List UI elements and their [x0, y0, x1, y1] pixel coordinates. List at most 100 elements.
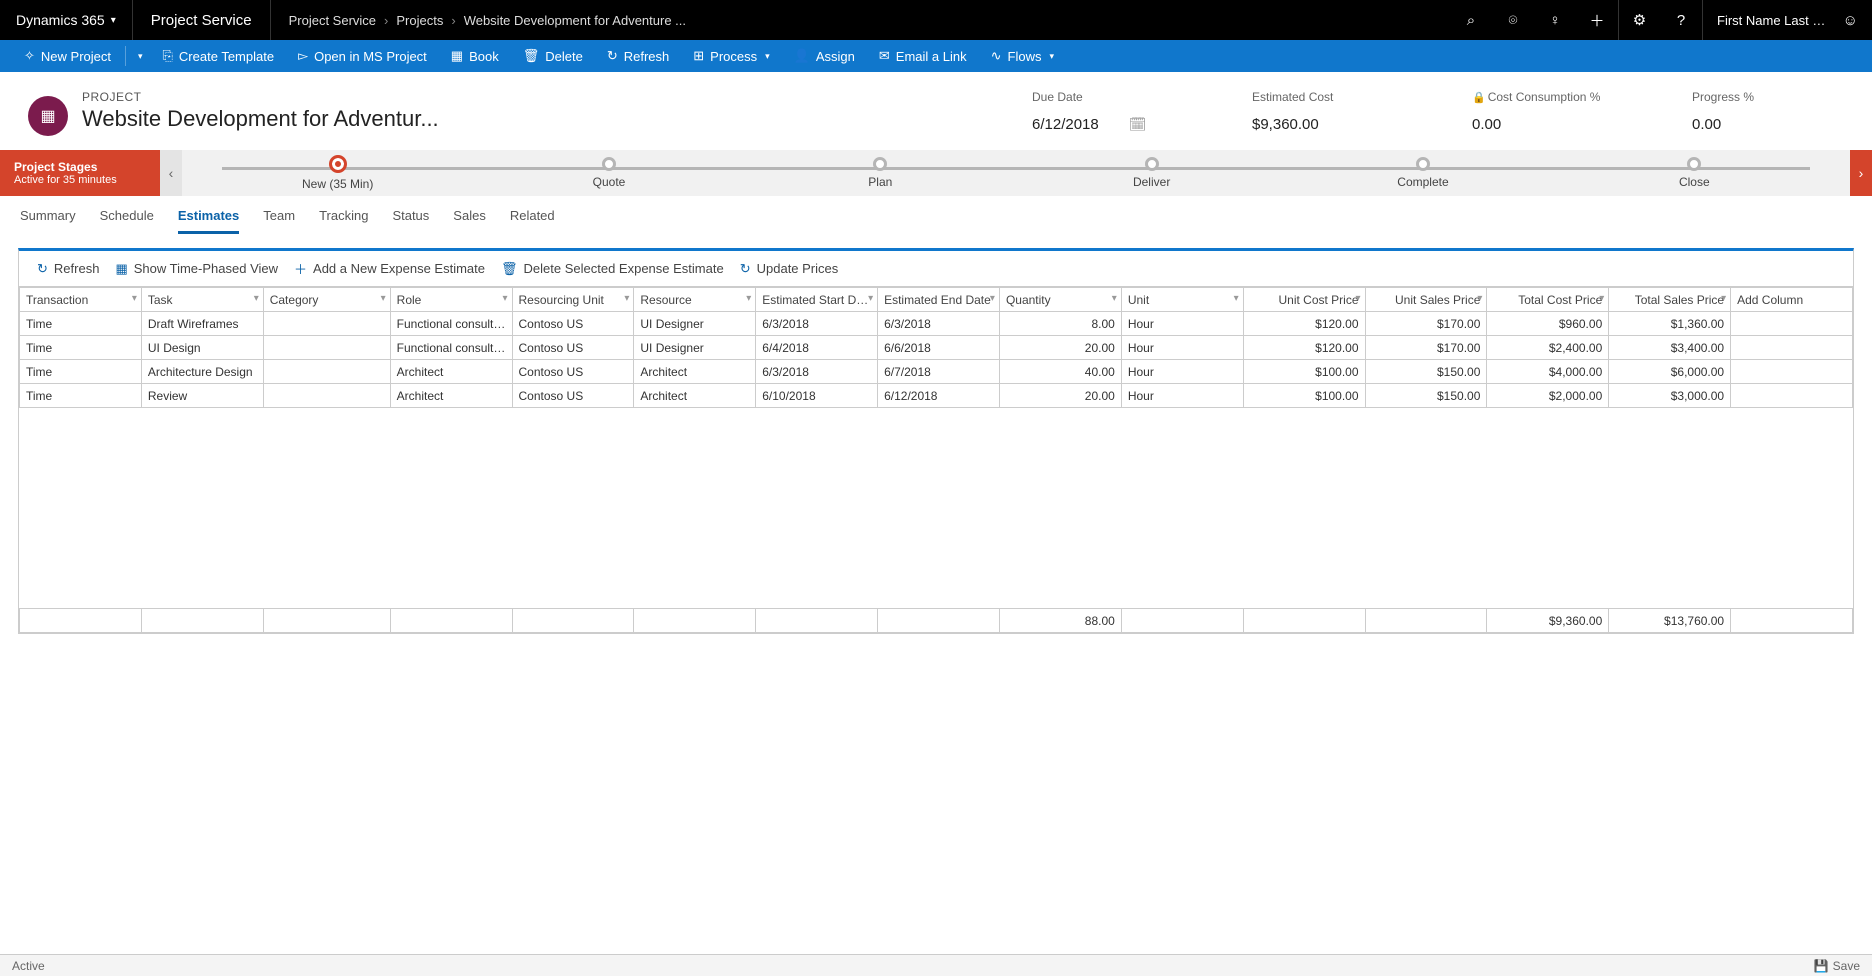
cell-task[interactable]: Review	[141, 384, 263, 408]
cell-cat[interactable]	[263, 384, 390, 408]
cell-task[interactable]: UI Design	[141, 336, 263, 360]
col-resource[interactable]: Resource▾	[634, 288, 756, 312]
cell-usp[interactable]: $150.00	[1365, 384, 1487, 408]
col-total-sales[interactable]: Total Sales Price▾	[1609, 288, 1731, 312]
stage-deliver[interactable]: Deliver	[1016, 157, 1287, 189]
save-button[interactable]: 💾Save	[1814, 959, 1860, 973]
tab-related[interactable]: Related	[510, 208, 555, 234]
col-task[interactable]: Task▾	[141, 288, 263, 312]
cell-unit[interactable]: Hour	[1121, 360, 1243, 384]
cell-esd[interactable]: 6/3/2018	[756, 312, 878, 336]
cell-unit[interactable]: Hour	[1121, 312, 1243, 336]
col-category[interactable]: Category▾	[263, 288, 390, 312]
cell-ru[interactable]: Contoso US	[512, 360, 634, 384]
add-expense-button[interactable]: ＋Add a New Expense Estimate	[294, 259, 485, 278]
col-unit[interactable]: Unit▾	[1121, 288, 1243, 312]
col-resourcing-unit[interactable]: Resourcing Unit▾	[512, 288, 634, 312]
task-flow-icon[interactable]: ⌾	[1492, 0, 1534, 40]
cell-cat[interactable]	[263, 312, 390, 336]
col-total-cost[interactable]: Total Cost Price▾	[1487, 288, 1609, 312]
cell-ru[interactable]: Contoso US	[512, 384, 634, 408]
cell-ucp[interactable]: $120.00	[1243, 312, 1365, 336]
cell-usp[interactable]: $150.00	[1365, 360, 1487, 384]
cell-qty[interactable]: 40.00	[999, 360, 1121, 384]
cell-eed[interactable]: 6/7/2018	[878, 360, 1000, 384]
table-row[interactable]: TimeUI DesignFunctional consultantContos…	[20, 336, 1853, 360]
stage-quote[interactable]: Quote	[473, 157, 744, 189]
cell-qty[interactable]: 20.00	[999, 384, 1121, 408]
cell-cat[interactable]	[263, 336, 390, 360]
cell-ru[interactable]: Contoso US	[512, 312, 634, 336]
brand-menu[interactable]: Dynamics 365 ▾	[0, 0, 133, 40]
col-unit-sales[interactable]: Unit Sales Price▾	[1365, 288, 1487, 312]
col-transaction[interactable]: Transaction▾	[20, 288, 142, 312]
cell-cat[interactable]	[263, 360, 390, 384]
cell-tcp[interactable]: $2,400.00	[1487, 336, 1609, 360]
cell-trans[interactable]: Time	[20, 360, 142, 384]
cell-unit[interactable]: Hour	[1121, 384, 1243, 408]
help-icon[interactable]: ?	[1660, 0, 1702, 40]
col-add-column[interactable]: Add Column	[1731, 288, 1853, 312]
tab-sales[interactable]: Sales	[453, 208, 486, 234]
cell-role[interactable]: Functional consultant	[390, 336, 512, 360]
process-label[interactable]: Project Stages Active for 35 minutes	[0, 150, 160, 196]
time-phased-view-button[interactable]: ▦Show Time-Phased View	[115, 261, 278, 277]
delete-expense-button[interactable]: 🗑Delete Selected Expense Estimate	[501, 261, 724, 277]
cell-role[interactable]: Architect	[390, 384, 512, 408]
cell-task[interactable]: Architecture Design	[141, 360, 263, 384]
tab-tracking[interactable]: Tracking	[319, 208, 368, 234]
col-quantity[interactable]: Quantity▾	[999, 288, 1121, 312]
gear-icon[interactable]: ⚙	[1618, 0, 1660, 40]
cell-tsp[interactable]: $3,000.00	[1609, 384, 1731, 408]
cell-tsp[interactable]: $3,400.00	[1609, 336, 1731, 360]
cell-res[interactable]: Architect	[634, 360, 756, 384]
add-icon[interactable]: ＋	[1576, 0, 1618, 40]
cell-ucp[interactable]: $100.00	[1243, 360, 1365, 384]
update-prices-button[interactable]: ↻Update Prices	[740, 261, 839, 277]
cell-eed[interactable]: 6/12/2018	[878, 384, 1000, 408]
cell-usp[interactable]: $170.00	[1365, 336, 1487, 360]
table-row[interactable]: TimeReviewArchitectContoso USArchitect6/…	[20, 384, 1853, 408]
cell-task[interactable]: Draft Wireframes	[141, 312, 263, 336]
new-project-button[interactable]: ✧New Project	[14, 40, 121, 72]
cell-unit[interactable]: Hour	[1121, 336, 1243, 360]
book-button[interactable]: ▦Book	[441, 40, 509, 72]
create-template-button[interactable]: ⎘Create Template	[153, 40, 285, 72]
cell-tcp[interactable]: $2,000.00	[1487, 384, 1609, 408]
cell-role[interactable]: Architect	[390, 360, 512, 384]
breadcrumb-item[interactable]: Projects	[396, 13, 443, 28]
cell-res[interactable]: UI Designer	[634, 312, 756, 336]
stage-complete[interactable]: Complete	[1287, 157, 1558, 189]
email-link-button[interactable]: ✉Email a Link	[869, 40, 977, 72]
cell-esd[interactable]: 6/4/2018	[756, 336, 878, 360]
cell-trans[interactable]: Time	[20, 336, 142, 360]
cell-trans[interactable]: Time	[20, 312, 142, 336]
cell-qty[interactable]: 20.00	[999, 336, 1121, 360]
panel-refresh-button[interactable]: ↻Refresh	[37, 261, 99, 277]
search-icon[interactable]: ⌕	[1450, 0, 1492, 40]
flows-button[interactable]: ∿Flows▾	[981, 40, 1064, 72]
cell-eed[interactable]: 6/3/2018	[878, 312, 1000, 336]
tab-team[interactable]: Team	[263, 208, 295, 234]
cell-esd[interactable]: 6/10/2018	[756, 384, 878, 408]
cell-role[interactable]: Functional consultant	[390, 312, 512, 336]
cell-ucp[interactable]: $100.00	[1243, 384, 1365, 408]
due-date-value[interactable]: 6/12/2018	[1032, 116, 1099, 133]
lightbulb-icon[interactable]: ♀	[1534, 0, 1576, 40]
cell-qty[interactable]: 8.00	[999, 312, 1121, 336]
new-project-dropdown[interactable]: ▾	[130, 40, 149, 72]
cell-esd[interactable]: 6/3/2018	[756, 360, 878, 384]
tab-status[interactable]: Status	[392, 208, 429, 234]
table-row[interactable]: TimeArchitecture Design ArchitectContoso …	[20, 360, 1853, 384]
delete-button[interactable]: 🗑Delete	[513, 40, 593, 72]
breadcrumb-item[interactable]: Website Development for Adventure ...	[464, 13, 686, 28]
cell-usp[interactable]: $170.00	[1365, 312, 1487, 336]
stage-new[interactable]: New (35 Min)	[202, 155, 473, 191]
col-est-start[interactable]: Estimated Start Date▾	[756, 288, 878, 312]
stage-prev-button[interactable]: ‹	[160, 150, 182, 196]
stage-plan[interactable]: Plan	[745, 157, 1016, 189]
tab-estimates[interactable]: Estimates	[178, 208, 239, 234]
table-row[interactable]: TimeDraft Wireframes Functional consultan…	[20, 312, 1853, 336]
col-est-end[interactable]: Estimated End Date▾	[878, 288, 1000, 312]
cell-res[interactable]: UI Designer	[634, 336, 756, 360]
